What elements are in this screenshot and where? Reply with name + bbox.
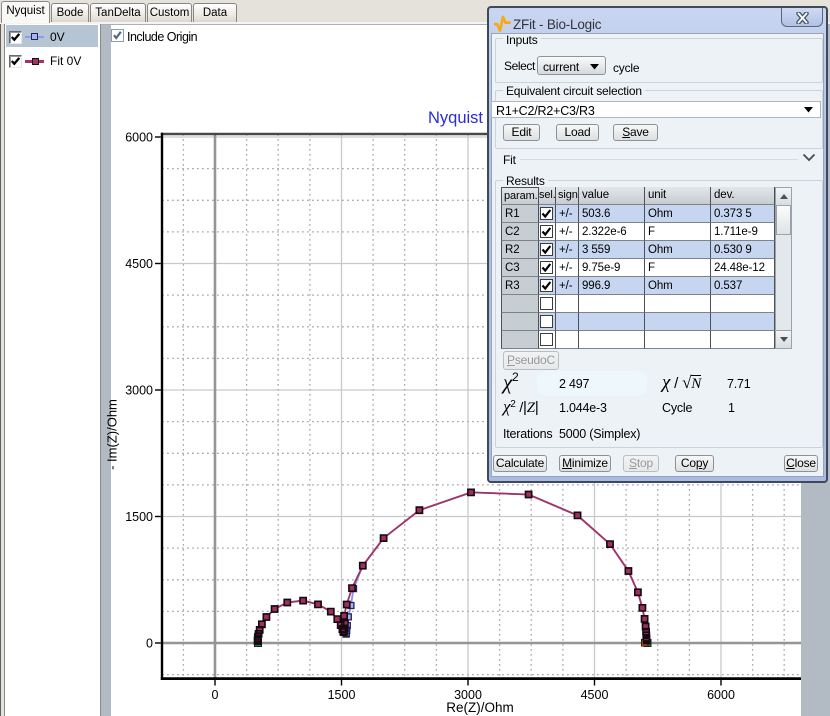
svg-text:3000: 3000 bbox=[125, 384, 153, 398]
svg-text:0: 0 bbox=[212, 688, 219, 702]
svg-text:0: 0 bbox=[146, 637, 153, 651]
svg-text:6000: 6000 bbox=[707, 688, 735, 702]
svg-text:1500: 1500 bbox=[125, 510, 153, 524]
svg-text:1500: 1500 bbox=[328, 688, 356, 702]
svg-text:4500: 4500 bbox=[581, 688, 609, 702]
svg-text:Re(Z)/Ohm: Re(Z)/Ohm bbox=[446, 700, 514, 715]
svg-text:6000: 6000 bbox=[125, 131, 153, 145]
svg-text:4500: 4500 bbox=[125, 257, 153, 271]
